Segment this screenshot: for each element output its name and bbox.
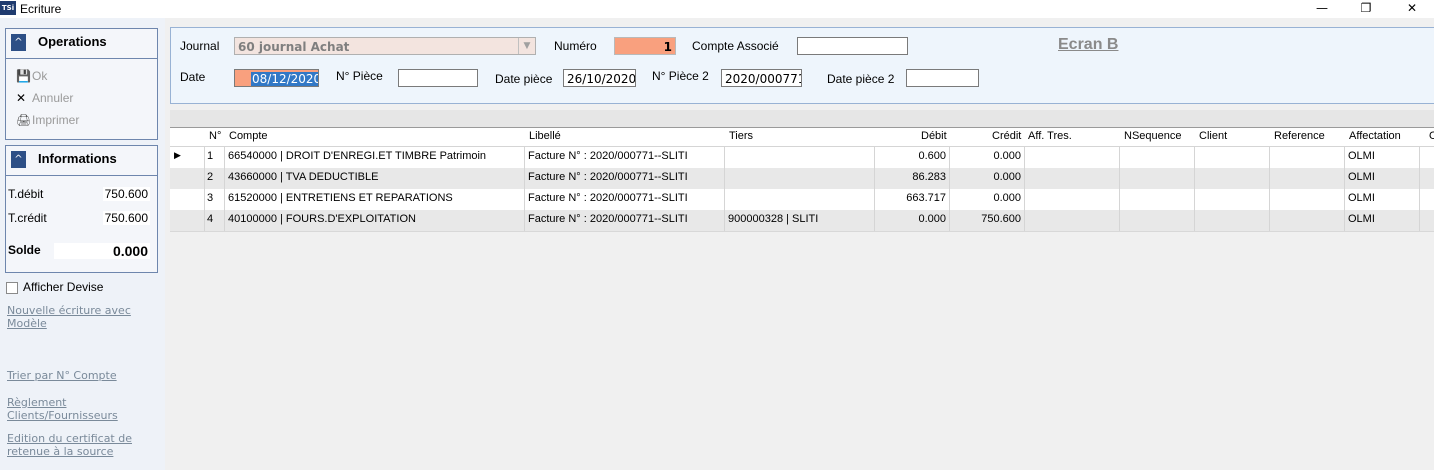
link-trier-compte[interactable]: Trier par N° Compte (7, 369, 157, 382)
cell-affectation: OLMI (1348, 192, 1375, 204)
total-credit-value: 750.600 (102, 211, 150, 225)
window-title: Ecriture (20, 2, 62, 16)
title-bar: TSi Ecriture — ❐ ✕ (0, 0, 1434, 18)
col-header-libelle[interactable]: Libellé (529, 130, 561, 142)
solde-value: 0.000 (54, 243, 150, 259)
table-row[interactable]: ▶ 1 66540000 | DROIT D'ENREGI.ET TIMBRE … (170, 147, 1434, 169)
total-debit-label: T.débit (8, 187, 44, 201)
link-reglement[interactable]: Règlement Clients/Fournisseurs (7, 396, 157, 422)
collapse-caret-icon[interactable]: ^ (11, 34, 26, 51)
save-icon: 💾 (16, 69, 31, 83)
cell-n: 3 (207, 192, 214, 204)
npiece2-field[interactable]: 2020/000771 (721, 69, 802, 87)
cell-n: 1 (207, 150, 214, 162)
operations-title: Operations (38, 34, 107, 49)
date-piece-label: Date pièce (495, 72, 553, 86)
left-sidebar: ^ Operations 💾Ok ✕ Annuler 🖨Imprimer ^ In… (0, 18, 165, 470)
col-header-compte[interactable]: Compte (229, 130, 268, 142)
cell-affectation: OLMI (1348, 171, 1375, 183)
ok-button[interactable]: 💾Ok (16, 69, 47, 87)
date-piece2-label: Date pièce 2 (827, 72, 895, 86)
grid-group-bar (170, 110, 1434, 128)
ecran-b-link[interactable]: Ecran B (1058, 36, 1118, 54)
cell-debit: 86.283 (912, 171, 946, 183)
total-credit-label: T.crédit (8, 211, 47, 225)
cell-debit: 663.717 (906, 192, 946, 204)
col-header-n[interactable]: N° (209, 130, 221, 142)
numero-label: Numéro (554, 39, 597, 53)
cell-libelle: Facture N° : 2020/000771--SLITI (528, 150, 688, 162)
numero-field[interactable]: 1 (614, 37, 676, 55)
annuler-button[interactable]: ✕ Annuler (16, 91, 73, 109)
date-piece2-field[interactable] (906, 69, 979, 87)
date-field[interactable]: 08/12/2020 (234, 69, 319, 87)
imprimer-button[interactable]: 🖨Imprimer (16, 113, 79, 131)
printer-icon: 🖨 (16, 113, 32, 127)
cell-debit: 0.000 (918, 213, 946, 225)
cell-affectation: OLMI (1348, 213, 1375, 225)
operations-header[interactable]: ^ Operations (6, 29, 157, 59)
close-window-button[interactable]: ✕ (1394, 0, 1430, 18)
cell-credit: 0.000 (993, 150, 1021, 162)
total-debit-value: 750.600 (102, 187, 150, 201)
cell-compte: 43660000 | TVA DEDUCTIBLE (228, 171, 379, 183)
minimize-button[interactable]: — (1304, 0, 1340, 18)
maximize-button[interactable]: ❐ (1348, 0, 1384, 18)
link-edition-certificat[interactable]: Edition du certificat de retenue à la so… (7, 432, 157, 458)
journal-select[interactable]: 60 journal Achat ▼ (234, 37, 536, 55)
afficher-devise-checkbox[interactable] (6, 282, 18, 294)
operations-panel: ^ Operations 💾Ok ✕ Annuler 🖨Imprimer (5, 28, 158, 140)
npiece-label: N° Pièce (336, 69, 383, 83)
solde-label: Solde (8, 243, 41, 257)
col-header-o[interactable]: O (1429, 130, 1434, 142)
table-row[interactable]: 3 61520000 | ENTRETIENS ET REPARATIONS F… (170, 189, 1434, 211)
link-nouvelle-ecriture[interactable]: Nouvelle écriture avec Modèle (7, 304, 157, 330)
cell-libelle: Facture N° : 2020/000771--SLITI (528, 192, 688, 204)
date-value: 08/12/2020 (251, 72, 318, 86)
cell-credit: 750.600 (981, 213, 1021, 225)
current-row-pointer-icon: ▶ (174, 151, 181, 161)
col-header-client[interactable]: Client (1199, 130, 1227, 142)
npiece-field[interactable] (398, 69, 478, 87)
collapse-caret-icon[interactable]: ^ (11, 151, 26, 168)
informations-panel: ^ Informations T.débit 750.600 T.crédit … (5, 145, 158, 273)
cell-n: 4 (207, 213, 214, 225)
cell-credit: 0.000 (993, 171, 1021, 183)
cell-debit: 0.600 (918, 150, 946, 162)
compte-associe-field[interactable] (797, 37, 908, 55)
informations-title: Informations (38, 151, 117, 166)
compte-associe-label: Compte Associé (692, 39, 779, 53)
date-label: Date (180, 70, 206, 84)
col-header-reference[interactable]: Reference (1274, 130, 1325, 142)
close-icon: ✕ (16, 91, 27, 105)
date-piece-field[interactable]: 26/10/2020 (563, 69, 636, 87)
cell-libelle: Facture N° : 2020/000771--SLITI (528, 213, 688, 225)
table-row[interactable]: 2 43660000 | TVA DEDUCTIBLE Facture N° :… (170, 168, 1434, 190)
informations-header[interactable]: ^ Informations (6, 146, 157, 176)
app-logo-icon: TSi (0, 1, 16, 15)
col-header-credit[interactable]: Crédit (992, 130, 1021, 142)
chevron-down-icon[interactable]: ▼ (518, 38, 535, 54)
col-header-affectation[interactable]: Affectation (1349, 130, 1401, 142)
cell-compte: 66540000 | DROIT D'ENREGI.ET TIMBRE Patr… (228, 150, 487, 162)
cell-n: 2 (207, 171, 214, 183)
grid-header-row: N° Compte Libellé Tiers Débit Crédit Aff… (170, 128, 1434, 147)
entries-grid: N° Compte Libellé Tiers Débit Crédit Aff… (170, 110, 1434, 232)
col-header-nsequence[interactable]: NSequence (1124, 130, 1182, 142)
table-row[interactable]: 4 40100000 | FOURS.D'EXPLOITATION Factur… (170, 210, 1434, 232)
col-header-debit[interactable]: Débit (921, 130, 947, 142)
cell-affectation: OLMI (1348, 150, 1375, 162)
cell-libelle: Facture N° : 2020/000771--SLITI (528, 171, 688, 183)
col-header-tiers[interactable]: Tiers (729, 130, 753, 142)
col-header-aff-tres[interactable]: Aff. Tres. (1028, 130, 1072, 142)
afficher-devise-label: Afficher Devise (23, 280, 104, 294)
cell-tiers: 900000328 | SLITI (728, 213, 819, 225)
cell-credit: 0.000 (993, 192, 1021, 204)
journal-label: Journal (180, 39, 220, 53)
npiece2-label: N° Pièce 2 (652, 69, 709, 83)
cell-compte: 61520000 | ENTRETIENS ET REPARATIONS (228, 192, 453, 204)
cell-compte: 40100000 | FOURS.D'EXPLOITATION (228, 213, 416, 225)
